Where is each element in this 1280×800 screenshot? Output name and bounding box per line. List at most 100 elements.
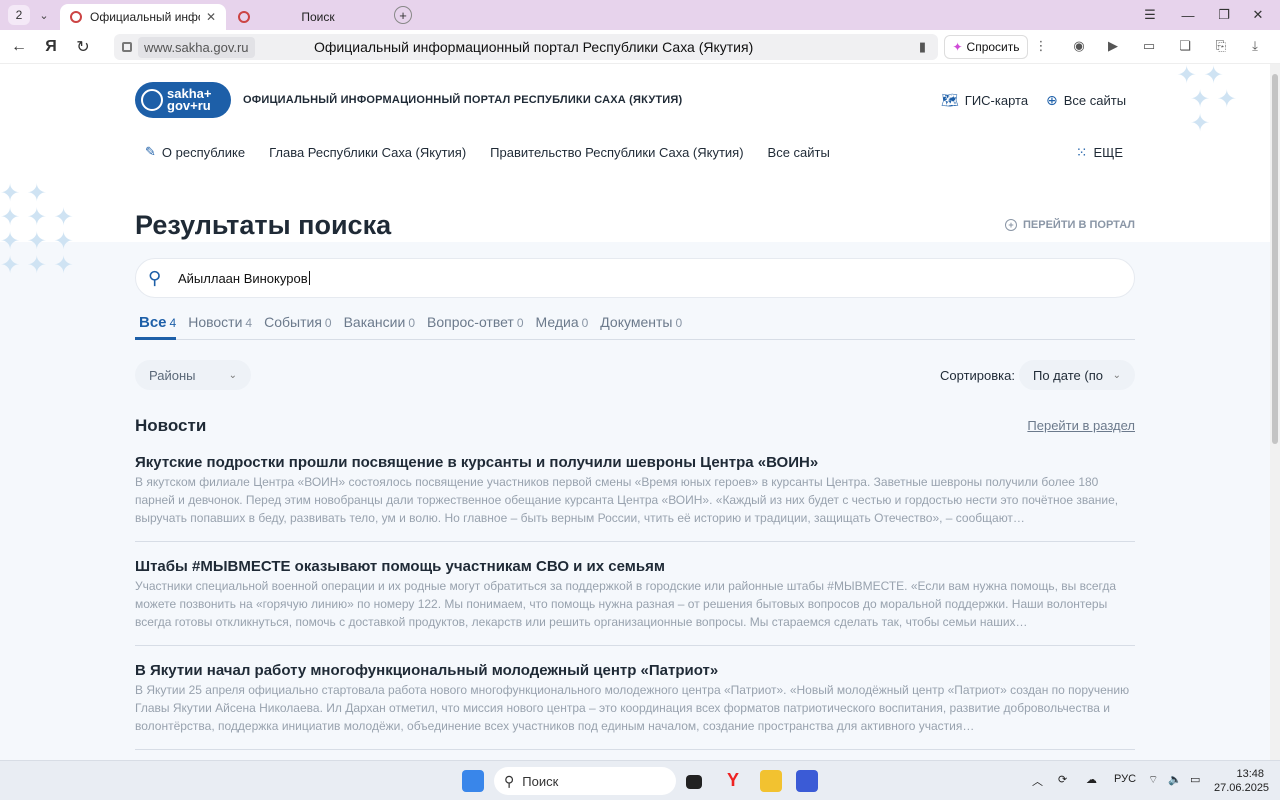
- nav-item-about[interactable]: ✎ О республике: [145, 144, 245, 160]
- ask-label: Спросить: [966, 40, 1020, 54]
- nav-label: О республике: [161, 144, 246, 160]
- lock-icon: [122, 42, 132, 52]
- plus-circle-icon: +: [1005, 219, 1018, 231]
- web-page: ✦ ✦ ✦ ✦ ✦ ✦ ✦ ✦ ✦ ✦ ✦ ✦ ✦ ✦ ✦ ✦ sakha+ gov+r…: [0, 64, 1270, 760]
- translate-icon[interactable]: ⎘: [1212, 38, 1230, 56]
- clock-date: 27.06.2025: [1214, 782, 1270, 794]
- tabs-dropdown-icon[interactable]: ⌄: [36, 9, 52, 22]
- district-select[interactable]: Районы ⌄: [135, 360, 251, 390]
- go-portal-link[interactable]: + ПЕРЕЙТИ В ПОРТАЛ: [1005, 219, 1135, 231]
- tab-count: 0: [324, 316, 332, 330]
- tab-qa[interactable]: Вопрос-ответ 0: [423, 314, 524, 340]
- browser-tab[interactable]: Поиск: [228, 4, 388, 30]
- nav-item-head[interactable]: Глава Республики Саха (Якутия): [269, 144, 466, 160]
- windows-start-icon[interactable]: [462, 770, 484, 792]
- network-status-icon[interactable]: ☁: [1086, 773, 1097, 786]
- page-title: Результаты поиска: [135, 210, 392, 240]
- minimize-button[interactable]: —: [1170, 0, 1206, 30]
- grid-icon: ⁙: [1075, 144, 1088, 160]
- logo-emblem-icon: [141, 89, 163, 111]
- system-clock[interactable]: 13:48 27.06.2025: [1214, 767, 1269, 795]
- search-icon: ⚲: [504, 772, 515, 789]
- sparkle-icon: ✦: [952, 40, 963, 54]
- file-explorer-icon[interactable]: [760, 770, 782, 792]
- sync-icon[interactable]: ⟳: [1058, 773, 1067, 786]
- close-tab-icon[interactable]: ✕: [206, 10, 216, 24]
- address-bar: ← Я ↻ www.sakha.gov.ru Официальный инфор…: [0, 30, 1280, 64]
- go-to-section-link[interactable]: Перейти в раздел: [1027, 418, 1135, 433]
- site-logo[interactable]: sakha+ gov+ru: [135, 82, 231, 118]
- tab-documents[interactable]: Документы 0: [596, 314, 682, 340]
- more-options-icon[interactable]: ⋮: [1032, 38, 1050, 56]
- logo-text: gov+ru: [167, 98, 211, 113]
- list-item: В Якутии начал работу многофункциональны…: [135, 662, 1135, 750]
- news-excerpt: Участники специальной военной операции и…: [135, 579, 1116, 629]
- main-nav: ✎ О республике Глава Республики Саха (Яку…: [145, 144, 854, 160]
- back-arrow-icon[interactable]: ←: [6, 38, 32, 56]
- result-type-tabs: Все 4 Новости 4 События 0 Вакансии 0 Вопрос-…: [135, 314, 1135, 340]
- nav-label: Правительство Республики Саха (Якутия): [490, 144, 744, 160]
- more-menu-button[interactable]: ⁙ ЕЩЕ: [1076, 144, 1123, 161]
- ask-ai-button[interactable]: ✦ Спросить: [944, 35, 1028, 59]
- task-view-icon[interactable]: [686, 775, 702, 789]
- gis-map-link[interactable]: 🗺 ГИС-карта: [941, 92, 1028, 109]
- url-field[interactable]: www.sakha.gov.ru Официальный информацион…: [114, 34, 938, 60]
- extension-icon[interactable]: ◉: [1070, 38, 1088, 56]
- browser-tab-strip: 2 ⌄ Официальный информ ✕ Поиск + ☰ — ❐ ✕: [0, 0, 1280, 30]
- search-icon: ⚲: [148, 268, 162, 288]
- taskbar-search[interactable]: ⚲ Поиск: [494, 767, 676, 795]
- search-input[interactable]: ⚲ Айыллаан Винокуров: [135, 258, 1135, 298]
- section-title: Новости: [135, 416, 207, 435]
- tab-label: Документы: [600, 314, 673, 330]
- tab-label: Вопрос-ответ: [427, 314, 514, 330]
- news-title-link[interactable]: Якутские подростки прошли посвящение в к…: [135, 454, 1135, 471]
- yandex-icon[interactable]: Я: [38, 38, 64, 56]
- downloads-icon[interactable]: ⤓: [1246, 38, 1264, 56]
- nav-item-government[interactable]: Правительство Республики Саха (Якутия): [490, 144, 743, 160]
- snowflake-decoration-icon: ✦ ✦ ✦ ✦ ✦: [1170, 64, 1237, 137]
- new-tab-button[interactable]: +: [394, 6, 412, 24]
- tab-events[interactable]: События 0: [260, 314, 331, 340]
- gis-label: ГИС-карта: [964, 93, 1029, 108]
- tab-media[interactable]: Медиа 0: [532, 314, 589, 340]
- sort-select[interactable]: По дате (по у ⌄: [1019, 360, 1135, 390]
- yandex-browser-icon[interactable]: Y: [722, 770, 744, 792]
- page-scrollbar[interactable]: [1270, 64, 1280, 760]
- media-play-icon[interactable]: ▶: [1104, 38, 1122, 56]
- go-portal-label: ПЕРЕЙТИ В ПОРТАЛ: [1023, 219, 1135, 231]
- list-item: Якутские подростки прошли посвящение в к…: [135, 454, 1135, 542]
- app-icon[interactable]: [796, 770, 818, 792]
- volume-icon[interactable]: 🔈: [1168, 773, 1182, 786]
- tab-count-badge[interactable]: 2: [8, 5, 30, 25]
- browser-menu-icon[interactable]: ☰: [1132, 0, 1168, 30]
- wifi-icon[interactable]: ⌔: [1148, 773, 1158, 787]
- news-title-link[interactable]: Штабы #МЫВМЕСТЕ оказывают помощь участни…: [135, 558, 1135, 575]
- tab-count: 0: [581, 316, 589, 330]
- tab-all[interactable]: Все 4: [135, 314, 177, 340]
- reader-icon[interactable]: ❏: [1176, 38, 1194, 56]
- scrollbar-thumb[interactable]: [1272, 74, 1278, 444]
- browser-tab-active[interactable]: Официальный информ ✕: [60, 4, 226, 30]
- tray-overflow-icon[interactable]: ︿: [1032, 773, 1043, 789]
- nav-item-all-sites[interactable]: Все сайты: [768, 144, 830, 160]
- map-icon: 🗺: [941, 92, 959, 108]
- maximize-button[interactable]: ❐: [1206, 0, 1242, 30]
- tab-news[interactable]: Новости 4: [184, 314, 252, 340]
- tab-count: 0: [675, 316, 683, 330]
- url-host: www.sakha.gov.ru: [138, 36, 255, 58]
- sort-value: По дате (по у: [1033, 367, 1105, 383]
- reload-icon[interactable]: ↻: [70, 37, 96, 57]
- tab-title: Официальный информ: [90, 10, 200, 24]
- text-cursor: [308, 271, 310, 285]
- bookmark-icon[interactable]: ▮: [919, 39, 926, 55]
- tab-label: Медиа: [535, 314, 579, 330]
- tab-vacancies[interactable]: Вакансии 0: [340, 314, 415, 340]
- close-window-button[interactable]: ✕: [1240, 0, 1276, 30]
- all-sites-link[interactable]: ⊕ Все сайты: [1046, 92, 1126, 109]
- battery-icon[interactable]: ▭: [1190, 773, 1200, 786]
- news-title-link[interactable]: В Якутии начал работу многофункциональны…: [135, 662, 1135, 679]
- tab-label: Новости: [188, 314, 243, 330]
- clock-time: 13:48: [1236, 768, 1264, 780]
- language-indicator[interactable]: РУС: [1114, 773, 1136, 785]
- battery-icon[interactable]: ▭: [1140, 38, 1158, 56]
